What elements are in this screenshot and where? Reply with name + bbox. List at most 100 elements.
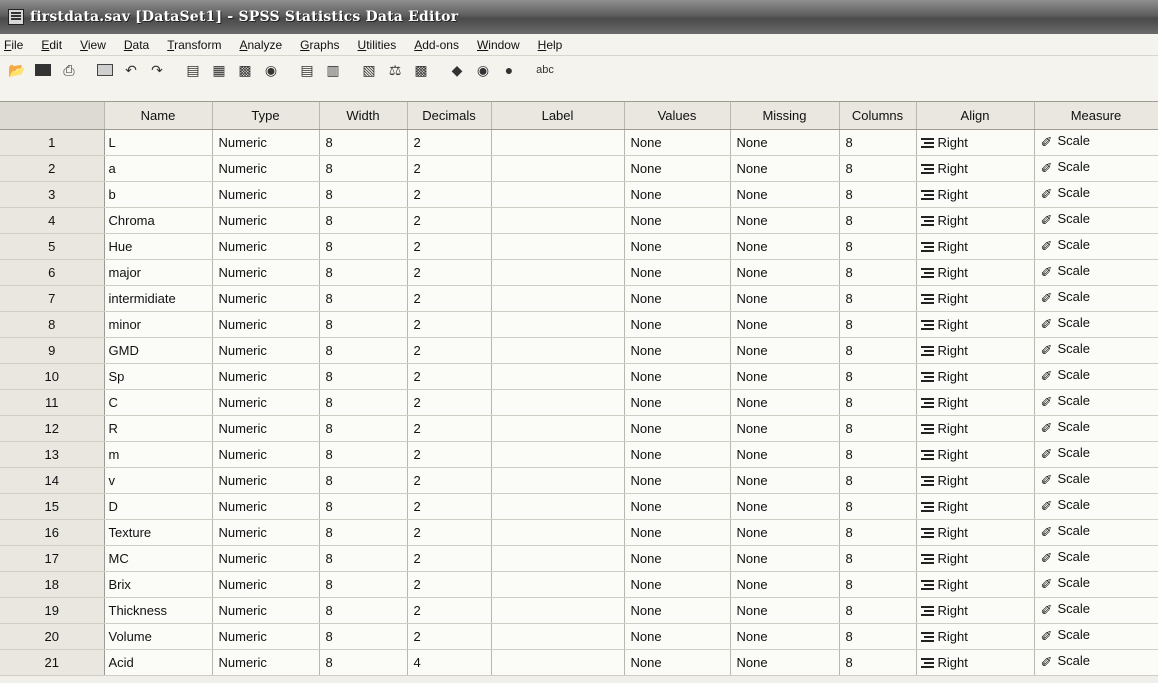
column-header-type[interactable]: Type xyxy=(212,102,320,130)
cell-type[interactable]: Numeric xyxy=(212,623,320,650)
cell-decimals[interactable]: 2 xyxy=(407,519,492,546)
cell-width[interactable]: 8 xyxy=(319,259,408,286)
cell-label[interactable] xyxy=(491,129,625,156)
cell-values[interactable]: None xyxy=(624,519,731,546)
menu-data[interactable]: Data xyxy=(124,38,149,52)
cell-decimals[interactable]: 2 xyxy=(407,207,492,234)
cell-decimals[interactable]: 2 xyxy=(407,441,492,468)
insert-cases-icon[interactable]: ▤ xyxy=(296,61,318,79)
cell-label[interactable] xyxy=(491,623,625,650)
cell-columns[interactable]: 8 xyxy=(839,155,917,182)
cell-width[interactable]: 8 xyxy=(319,311,408,338)
cell-label[interactable] xyxy=(491,389,625,416)
cell-name[interactable]: intermidiate xyxy=(104,285,213,312)
cell-label[interactable] xyxy=(491,155,625,182)
cell-type[interactable]: Numeric xyxy=(212,649,320,676)
cell-measure[interactable]: ✐ Scale xyxy=(1034,259,1158,286)
cell-decimals[interactable]: 2 xyxy=(407,597,492,624)
column-header-name[interactable]: Name xyxy=(104,102,213,130)
cell-label[interactable] xyxy=(491,493,625,520)
cell-missing[interactable]: None xyxy=(730,415,840,442)
column-header-values[interactable]: Values xyxy=(624,102,731,130)
row-number[interactable]: 11 xyxy=(0,389,105,416)
cell-name[interactable]: m xyxy=(104,441,213,468)
cell-align[interactable]: Right xyxy=(916,285,1035,312)
cell-columns[interactable]: 8 xyxy=(839,467,917,494)
cell-measure[interactable]: ✐ Scale xyxy=(1034,389,1158,416)
row-number[interactable]: 2 xyxy=(0,155,105,182)
cell-align[interactable]: Right xyxy=(916,155,1035,182)
cell-name[interactable]: GMD xyxy=(104,337,213,364)
redo-icon[interactable]: ↷ xyxy=(146,61,168,79)
cell-width[interactable]: 8 xyxy=(319,155,408,182)
cell-align[interactable]: Right xyxy=(916,389,1035,416)
row-number[interactable]: 20 xyxy=(0,623,105,650)
cell-width[interactable]: 8 xyxy=(319,337,408,364)
cell-label[interactable] xyxy=(491,441,625,468)
column-header-decimals[interactable]: Decimals xyxy=(407,102,492,130)
table-row[interactable]: 20 Volume Numeric 8 2 None None 8 Right ✐ Scale xyxy=(0,623,1158,650)
cell-width[interactable]: 8 xyxy=(319,233,408,260)
cell-decimals[interactable]: 2 xyxy=(407,415,492,442)
open-folder-icon[interactable]: 📂 xyxy=(6,61,28,79)
cell-missing[interactable]: None xyxy=(730,181,840,208)
cell-align[interactable]: Right xyxy=(916,415,1035,442)
cell-values[interactable]: None xyxy=(624,207,731,234)
table-row[interactable]: 10 Sp Numeric 8 2 None None 8 Right ✐ Scale xyxy=(0,363,1158,390)
cell-measure[interactable]: ✐ Scale xyxy=(1034,571,1158,598)
cell-columns[interactable]: 8 xyxy=(839,597,917,624)
cell-missing[interactable]: None xyxy=(730,623,840,650)
save-icon[interactable] xyxy=(32,61,54,79)
table-row[interactable]: 13 m Numeric 8 2 None None 8 Right ✐ Scale xyxy=(0,441,1158,468)
cell-values[interactable]: None xyxy=(624,649,731,676)
menu-window[interactable]: Window xyxy=(477,38,520,52)
cell-measure[interactable]: ✐ Scale xyxy=(1034,649,1158,676)
cell-name[interactable]: D xyxy=(104,493,213,520)
table-row[interactable]: 16 Texture Numeric 8 2 None None 8 Right ✐ Scale xyxy=(0,519,1158,546)
cell-align[interactable]: Right xyxy=(916,311,1035,338)
cell-name[interactable]: L xyxy=(104,129,213,156)
row-number[interactable]: 8 xyxy=(0,311,105,338)
cell-name[interactable]: R xyxy=(104,415,213,442)
cell-missing[interactable]: None xyxy=(730,441,840,468)
column-header-label[interactable]: Label xyxy=(491,102,625,130)
cell-align[interactable]: Right xyxy=(916,623,1035,650)
cell-columns[interactable]: 8 xyxy=(839,233,917,260)
row-number[interactable]: 19 xyxy=(0,597,105,624)
cell-name[interactable]: MC xyxy=(104,545,213,572)
cell-missing[interactable]: None xyxy=(730,129,840,156)
cell-label[interactable] xyxy=(491,649,625,676)
use-sets-icon[interactable]: ◉ xyxy=(472,61,494,79)
cell-measure[interactable]: ✐ Scale xyxy=(1034,233,1158,260)
cell-name[interactable]: Brix xyxy=(104,571,213,598)
find-icon[interactable]: ◉ xyxy=(260,61,282,79)
cell-align[interactable]: Right xyxy=(916,207,1035,234)
cell-align[interactable]: Right xyxy=(916,337,1035,364)
row-number[interactable]: 1 xyxy=(0,129,105,156)
dialog-recall-icon[interactable] xyxy=(94,61,116,79)
cell-align[interactable]: Right xyxy=(916,129,1035,156)
cell-missing[interactable]: None xyxy=(730,493,840,520)
cell-decimals[interactable]: 2 xyxy=(407,259,492,286)
cell-width[interactable]: 8 xyxy=(319,623,408,650)
cell-decimals[interactable]: 2 xyxy=(407,623,492,650)
cell-align[interactable]: Right xyxy=(916,519,1035,546)
cell-columns[interactable]: 8 xyxy=(839,285,917,312)
select-cases-icon[interactable]: ▩ xyxy=(410,61,432,79)
cell-label[interactable] xyxy=(491,571,625,598)
cell-width[interactable]: 8 xyxy=(319,181,408,208)
table-row[interactable]: 5 Hue Numeric 8 2 None None 8 Right ✐ Scale xyxy=(0,233,1158,260)
cell-name[interactable]: Chroma xyxy=(104,207,213,234)
cell-name[interactable]: Hue xyxy=(104,233,213,260)
cell-width[interactable]: 8 xyxy=(319,285,408,312)
cell-columns[interactable]: 8 xyxy=(839,623,917,650)
cell-label[interactable] xyxy=(491,597,625,624)
cell-columns[interactable]: 8 xyxy=(839,207,917,234)
cell-align[interactable]: Right xyxy=(916,571,1035,598)
cell-align[interactable]: Right xyxy=(916,467,1035,494)
cell-align[interactable]: Right xyxy=(916,363,1035,390)
cell-measure[interactable]: ✐ Scale xyxy=(1034,363,1158,390)
cell-type[interactable]: Numeric xyxy=(212,519,320,546)
corner-cell[interactable] xyxy=(0,102,105,130)
column-header-measure[interactable]: Measure xyxy=(1034,102,1158,130)
